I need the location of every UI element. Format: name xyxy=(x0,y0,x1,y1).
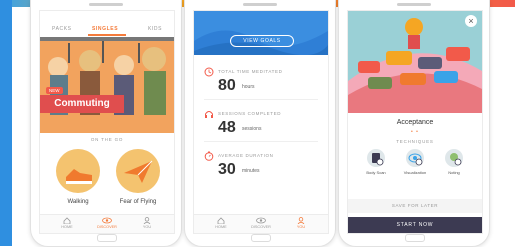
person-icon xyxy=(297,217,305,224)
stats-screen: VIEW GOALS TOTAL TIME MEDITATED 80 hours… xyxy=(193,10,329,234)
section-label: ON THE GO xyxy=(90,137,124,142)
phone-speaker xyxy=(397,3,431,6)
pack-title: Commuting xyxy=(40,95,124,113)
phone-pack-detail: × Acceptance • • TECHNIQUES Body Scan Vi… xyxy=(338,0,490,247)
new-badge: NEW xyxy=(46,87,63,94)
techniques-label: TECHNIQUES xyxy=(396,139,434,144)
tab-bar: PACKS SINGLES KIDS xyxy=(40,22,174,36)
save-for-later-button[interactable]: SAVE FOR LATER xyxy=(348,199,482,213)
technique-label: Visualization xyxy=(403,170,427,175)
header-pattern xyxy=(194,11,328,55)
headphones-icon xyxy=(205,111,213,118)
nav-discover[interactable]: DISCOVER xyxy=(90,217,124,229)
nav-you[interactable]: YOU xyxy=(130,217,164,229)
close-button[interactable]: × xyxy=(465,15,477,27)
tab-kids[interactable]: KIDS xyxy=(148,26,162,32)
bottom-nav: HOME DISCOVER YOU xyxy=(194,214,328,233)
visualization-icon xyxy=(406,149,424,167)
active-tab-underline xyxy=(88,34,126,36)
acceptance-hero: × xyxy=(348,11,482,113)
technique-body-scan[interactable]: Body Scan xyxy=(358,149,394,175)
phone-speaker xyxy=(89,3,123,6)
item-label: Fear of Flying xyxy=(119,199,157,205)
divider xyxy=(204,141,318,142)
tab-packs[interactable]: PACKS xyxy=(52,26,72,32)
pager-dots: • • xyxy=(411,129,419,135)
stat-label: AVERAGE DURATION xyxy=(218,153,274,158)
stat-value: 48 xyxy=(218,119,236,136)
home-icon xyxy=(217,217,225,224)
nav-home[interactable]: HOME xyxy=(204,217,238,229)
stat-value: 80 xyxy=(218,77,236,94)
stat-label: SESSIONS COMPLETED xyxy=(218,111,282,116)
home-button[interactable] xyxy=(251,234,271,242)
divider xyxy=(204,99,318,100)
pack-detail-screen: × Acceptance • • TECHNIQUES Body Scan Vi… xyxy=(347,10,483,234)
person-icon xyxy=(143,217,151,224)
commuting-illustration xyxy=(40,37,174,133)
start-now-button[interactable]: START NOW xyxy=(348,217,482,233)
fear-of-flying-item[interactable]: Fear of Flying xyxy=(112,149,164,205)
pack-title: Acceptance xyxy=(396,119,434,126)
technique-noting[interactable]: Noting xyxy=(436,149,472,175)
technique-label: Noting xyxy=(448,170,460,175)
stat-label: TOTAL TIME MEDITATED xyxy=(218,69,283,74)
nav-home[interactable]: HOME xyxy=(50,217,84,229)
stats-header: VIEW GOALS xyxy=(194,11,328,55)
walking-item[interactable]: Walking xyxy=(52,149,104,205)
paper-plane-icon xyxy=(116,149,160,193)
discover-screen: PACKS SINGLES KIDS NEW Commuting ON THE … xyxy=(39,10,175,234)
home-icon xyxy=(63,217,71,224)
eye-icon xyxy=(102,217,112,224)
stat-unit: sessions xyxy=(242,126,262,132)
view-goals-button[interactable]: VIEW GOALS xyxy=(230,35,294,47)
home-button[interactable] xyxy=(97,234,117,242)
technique-label: Body Scan xyxy=(366,170,386,175)
home-button[interactable] xyxy=(405,234,425,242)
body-scan-icon xyxy=(367,149,385,167)
item-label: Walking xyxy=(67,199,89,205)
stat-unit: minutes xyxy=(242,168,260,174)
stat-unit: hours xyxy=(242,84,255,90)
clock-icon xyxy=(204,67,214,77)
left-accent-stripe xyxy=(0,0,12,246)
traffic-illustration xyxy=(348,11,482,113)
bottom-nav: HOME DISCOVER YOU xyxy=(40,214,174,233)
stopwatch-icon xyxy=(204,151,214,161)
nav-discover[interactable]: DISCOVER xyxy=(244,217,278,229)
phone-speaker xyxy=(243,3,277,6)
nav-you[interactable]: YOU xyxy=(284,217,318,229)
eye-icon xyxy=(256,217,266,224)
phone-stats: VIEW GOALS TOTAL TIME MEDITATED 80 hours… xyxy=(184,0,336,247)
shoe-icon xyxy=(56,149,100,193)
technique-visualization[interactable]: Visualization xyxy=(397,149,433,175)
phone-discover: PACKS SINGLES KIDS NEW Commuting ON THE … xyxy=(30,0,182,247)
tab-singles[interactable]: SINGLES xyxy=(92,26,118,32)
commuting-hero[interactable]: NEW Commuting xyxy=(40,37,174,133)
noting-icon xyxy=(445,149,463,167)
stat-value: 30 xyxy=(218,161,236,178)
